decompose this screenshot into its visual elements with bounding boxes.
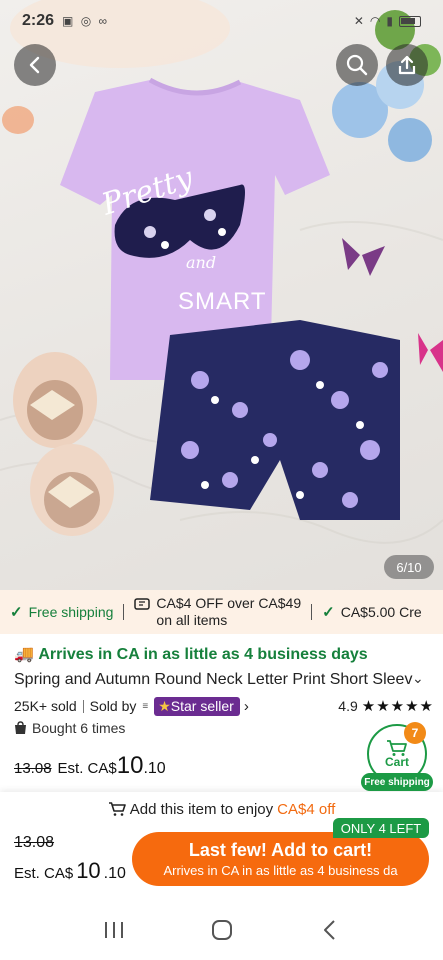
- chevron-down-icon[interactable]: ⌄: [412, 670, 424, 687]
- store-logo-icon[interactable]: ≡: [142, 701, 148, 712]
- free-shipping-benefit[interactable]: ✓ Free shipping: [0, 603, 123, 621]
- truck-icon: 🚚: [14, 646, 34, 663]
- credit-label: CA$5.00 Cre: [340, 604, 422, 620]
- credit-benefit[interactable]: ✓ CA$5.00 Cre: [312, 603, 432, 621]
- battery-icon: [399, 15, 421, 27]
- price-cents: .10: [143, 760, 166, 777]
- product-photo: Pretty and SMART: [0, 0, 443, 544]
- coupon-line-1: CA$4 OFF over CA$49: [156, 595, 302, 611]
- coupon-benefit[interactable]: CA$4 OFF over CA$49 on all items: [124, 595, 311, 629]
- signal-icon: ▮: [386, 14, 393, 28]
- sales-meta-row: 25K+ sold Sold by ≡ ★Star seller › 4.9 ★…: [14, 695, 434, 717]
- purchase-bar: Add this item to enjoy CA$4 off 13.08 Es…: [0, 792, 443, 900]
- bought-count-row: Bought 6 times: [14, 720, 125, 736]
- cart-label: Cart: [384, 755, 409, 769]
- product-title-text: Spring and Autumn Round Neck Letter Prin…: [14, 671, 413, 688]
- nav-back-icon[interactable]: [320, 919, 340, 941]
- image-counter: 6/10: [384, 555, 434, 579]
- shirt-print-and: and: [186, 253, 216, 272]
- chevron-left-icon: [29, 56, 40, 74]
- home-icon[interactable]: [210, 918, 234, 942]
- discount-amount: CA$4 off: [277, 800, 336, 818]
- wifi-icon: ◠: [369, 14, 381, 28]
- bottom-estimated-label: Est. CA$: [14, 865, 74, 882]
- back-button[interactable]: [14, 44, 56, 86]
- free-shipping-label: Free shipping: [28, 604, 114, 620]
- cart-count-badge: 7: [404, 722, 426, 744]
- original-price: 13.08: [14, 760, 52, 777]
- bottom-original-price: 13.08: [14, 834, 55, 851]
- add-to-cart-label: Last few! Add to cart!: [188, 840, 373, 860]
- rating-value: 4.9: [338, 698, 358, 714]
- divider: [82, 699, 84, 713]
- sold-by-label: Sold by: [89, 698, 137, 714]
- add-to-cart-button[interactable]: Last few! Add to cart! Arrives in CA in …: [132, 832, 429, 886]
- shopping-bag-icon: [15, 721, 26, 734]
- rating-stars-icon: ★★★★★: [361, 698, 434, 715]
- status-system-icons: ✕ ◠ ▮: [354, 14, 421, 28]
- sold-count: 25K+ sold: [14, 698, 77, 714]
- bottom-price-cents: .10: [103, 865, 126, 882]
- coupon-line-2: on all items: [156, 612, 228, 628]
- mute-icon: ✕: [353, 14, 364, 28]
- chevron-right-icon[interactable]: ›: [244, 698, 249, 715]
- recent-apps-icon[interactable]: [103, 920, 125, 940]
- search-icon: [346, 54, 368, 76]
- bought-count: Bought 6 times: [32, 720, 126, 736]
- price-row: 13.08 Est. CA$ 10 .10: [14, 752, 166, 780]
- arrival-estimate: Arrives in CA in as little as 4 business…: [38, 646, 368, 663]
- system-nav-bar: [0, 900, 443, 960]
- status-time: 2:26: [22, 12, 55, 29]
- cart-free-shipping-badge: Free shipping: [361, 773, 433, 791]
- rating[interactable]: 4.9 ★★★★★: [338, 697, 434, 715]
- star-icon: ★: [158, 697, 171, 714]
- search-button[interactable]: [336, 44, 378, 86]
- shirt-print-smart: SMART: [178, 288, 267, 315]
- bottom-price: Est. CA$ 10 .10: [14, 858, 126, 884]
- status-notification-icons: ▣ ◎ ∞: [62, 14, 110, 28]
- estimated-price-label: Est. CA$: [57, 760, 117, 777]
- product-image-gallery[interactable]: Pretty and SMART 2:26 ▣ ◎ ∞ ✕ ◠ ▮ 6/10: [0, 0, 443, 590]
- discount-hint-text: Add this item to enjoy: [129, 800, 274, 818]
- check-icon: ✓: [10, 604, 23, 621]
- status-bar: 2:26 ▣ ◎ ∞ ✕ ◠ ▮: [0, 0, 443, 42]
- star-seller-badge[interactable]: ★Star seller: [154, 696, 240, 716]
- benefits-strip[interactable]: ✓ Free shipping CA$4 OFF over CA$49 on a…: [0, 590, 443, 634]
- coupon-icon: [134, 598, 151, 610]
- bottom-price-main: 10: [76, 858, 101, 883]
- product-title[interactable]: 🚚 Arrives in CA in as little as 4 busine…: [14, 642, 414, 692]
- add-to-cart-subtext: Arrives in CA in as little as 4 business…: [163, 863, 398, 878]
- coupon-text: CA$4 OFF over CA$49 on all items: [156, 595, 301, 629]
- price-main: 10: [116, 752, 144, 779]
- check-icon: ✓: [322, 604, 335, 621]
- stock-badge: ONLY 4 LEFT: [333, 818, 429, 838]
- cart-plus-icon: [108, 802, 126, 816]
- share-button[interactable]: [386, 44, 428, 86]
- share-icon: [398, 55, 416, 75]
